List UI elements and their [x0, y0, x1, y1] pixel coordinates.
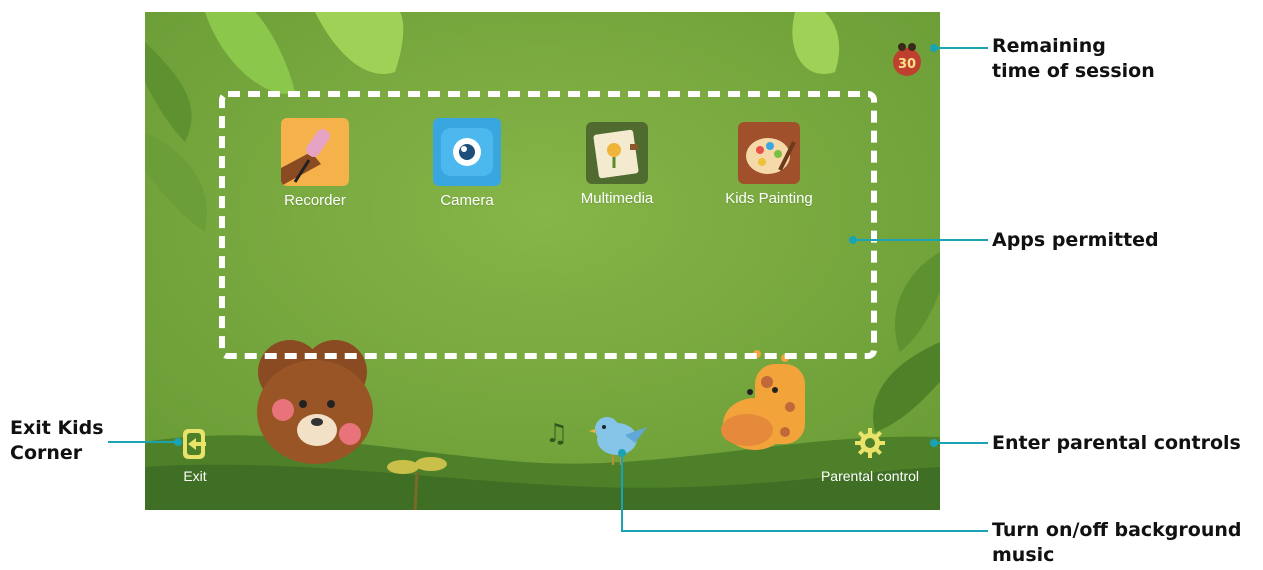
callout-line: Remaining [992, 35, 1106, 57]
callout-line: music [992, 544, 1055, 566]
callout-remaining-time: Remaining time of session [992, 34, 1155, 84]
callout-line: time of session [992, 60, 1155, 82]
callout-enter-parental: Enter parental controls [992, 432, 1241, 454]
callout-apps-permitted: Apps permitted [992, 229, 1159, 251]
callout-exit-kids-corner: Exit Kids Corner [10, 416, 104, 466]
callout-line: Corner [10, 442, 83, 464]
callout-line: Exit Kids [10, 417, 104, 439]
callout-lines [108, 44, 988, 532]
callout-background-music: Turn on/off background music [992, 518, 1242, 568]
callout-line: Turn on/off background [992, 519, 1242, 541]
